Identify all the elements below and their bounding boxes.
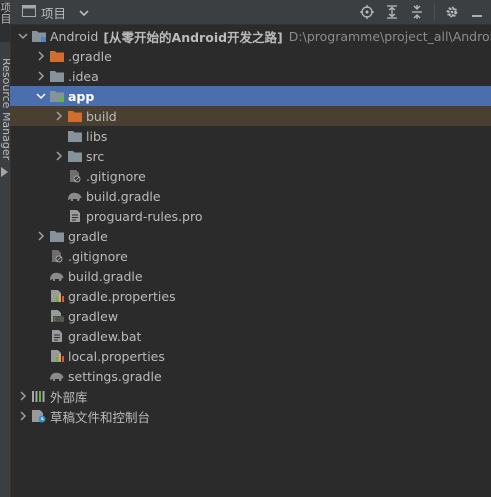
scratches-label: 草稿文件和控制台 bbox=[50, 409, 151, 425]
folder-label: .idea bbox=[68, 68, 99, 84]
svg-text:C:\>: C:\> bbox=[54, 317, 65, 323]
tree-row-dot-idea[interactable]: .idea bbox=[10, 66, 491, 86]
hide-icon[interactable] bbox=[469, 4, 485, 20]
tree-row-gradlew[interactable]: C:\> gradlew bbox=[10, 306, 491, 326]
tree-row-settings-gradle[interactable]: settings.gradle bbox=[10, 366, 491, 386]
chevron-right-icon[interactable] bbox=[15, 408, 31, 424]
chevron-right-icon[interactable] bbox=[33, 228, 49, 244]
tree-row-external-libraries[interactable]: 外部库 bbox=[10, 386, 491, 406]
tree-row-src[interactable]: src bbox=[10, 146, 491, 166]
tree-row-root[interactable]: Android [从零开始的Android开发之路] D:\programme\… bbox=[10, 26, 491, 46]
file-label: gradle.properties bbox=[68, 288, 176, 304]
tree-row-app-build-gradle[interactable]: build.gradle bbox=[10, 186, 491, 206]
view-title: 项目 bbox=[41, 5, 67, 21]
folder-label: build bbox=[86, 108, 117, 124]
file-label: gradlew.bat bbox=[68, 328, 142, 344]
project-view-icon bbox=[22, 4, 36, 20]
chevron-right-icon[interactable] bbox=[33, 68, 49, 84]
tree-row-root-gitignore[interactable]: .gitignore bbox=[10, 246, 491, 266]
chevron-right-icon[interactable] bbox=[51, 148, 67, 164]
ignore-file-icon bbox=[49, 248, 65, 264]
root-name: Android bbox=[50, 28, 99, 44]
excluded-folder-icon bbox=[67, 108, 83, 124]
file-label: build.gradle bbox=[68, 268, 143, 284]
folder-label: src bbox=[86, 148, 105, 164]
file-label: build.gradle bbox=[86, 188, 161, 204]
folder-label: gradle bbox=[68, 228, 108, 244]
tree-row-root-build-gradle[interactable]: build.gradle bbox=[10, 266, 491, 286]
folder-icon bbox=[49, 228, 65, 244]
library-icon bbox=[31, 388, 47, 404]
gradle-elephant-icon bbox=[49, 368, 65, 384]
chevron-right-icon[interactable] bbox=[51, 108, 67, 124]
root-module-name: [从零开始的Android开发之路] bbox=[103, 29, 283, 45]
folder-label: libs bbox=[86, 128, 108, 144]
root-path: D:\programme\project_all\Android bbox=[288, 28, 491, 44]
text-file-icon bbox=[67, 208, 83, 224]
android-module-icon bbox=[49, 88, 65, 104]
scratches-icon bbox=[31, 408, 47, 424]
external-libraries-label: 外部库 bbox=[50, 389, 88, 405]
file-label: settings.gradle bbox=[68, 368, 162, 384]
locate-file-icon[interactable] bbox=[359, 4, 375, 20]
app-label: app bbox=[68, 88, 95, 104]
gradle-elephant-icon bbox=[67, 188, 83, 204]
folder-icon bbox=[67, 128, 83, 144]
resource-manager-icon bbox=[0, 166, 10, 181]
file-label: gradlew bbox=[68, 308, 119, 324]
chevron-right-icon[interactable] bbox=[15, 388, 31, 404]
tree-row-local-properties[interactable]: local.properties bbox=[10, 346, 491, 366]
tree-row-scratches[interactable]: 草稿文件和控制台 bbox=[10, 406, 491, 426]
module-folder-icon bbox=[31, 28, 47, 44]
excluded-folder-icon bbox=[49, 48, 65, 64]
gradle-elephant-icon bbox=[49, 268, 65, 284]
file-label: .gitignore bbox=[86, 168, 146, 184]
collapse-all-icon[interactable] bbox=[409, 4, 425, 20]
folder-label: .gradle bbox=[68, 48, 112, 64]
tree-row-app[interactable]: app bbox=[10, 86, 491, 106]
properties-file-icon bbox=[49, 288, 65, 304]
chevron-right-icon[interactable] bbox=[33, 48, 49, 64]
file-label: .gitignore bbox=[68, 248, 128, 264]
tree-row-build[interactable]: build bbox=[10, 106, 491, 126]
shell-script-icon: C:\> bbox=[49, 308, 65, 324]
chevron-down-icon[interactable] bbox=[15, 28, 31, 44]
tree-row-libs[interactable]: libs bbox=[10, 126, 491, 146]
tree-row-gradlew-bat[interactable]: gradlew.bat bbox=[10, 326, 491, 346]
file-label: proguard-rules.pro bbox=[86, 208, 203, 224]
tree-row-gradle[interactable]: gradle bbox=[10, 226, 491, 246]
properties-file-icon bbox=[49, 348, 65, 364]
tree-row-gradle-properties[interactable]: gradle.properties bbox=[10, 286, 491, 306]
file-label: local.properties bbox=[68, 348, 165, 364]
text-file-icon bbox=[49, 328, 65, 344]
folder-icon bbox=[49, 68, 65, 84]
chevron-down-icon[interactable] bbox=[33, 88, 49, 104]
tree-row-dot-gradle[interactable]: .gradle bbox=[10, 46, 491, 66]
expand-all-icon[interactable] bbox=[384, 4, 400, 20]
gear-icon[interactable] bbox=[444, 4, 460, 20]
ignore-file-icon bbox=[67, 168, 83, 184]
project-panel-header: 项目 bbox=[10, 0, 491, 25]
project-tree[interactable]: Android [从零开始的Android开发之路] D:\programme\… bbox=[10, 26, 491, 497]
chevron-down-icon bbox=[79, 5, 89, 20]
view-selector[interactable]: 项目 bbox=[22, 3, 89, 21]
tree-row-proguard[interactable]: proguard-rules.pro bbox=[10, 206, 491, 226]
tree-row-app-gitignore[interactable]: .gitignore bbox=[10, 166, 491, 186]
folder-icon bbox=[67, 148, 83, 164]
toolbar-separator bbox=[434, 4, 435, 20]
